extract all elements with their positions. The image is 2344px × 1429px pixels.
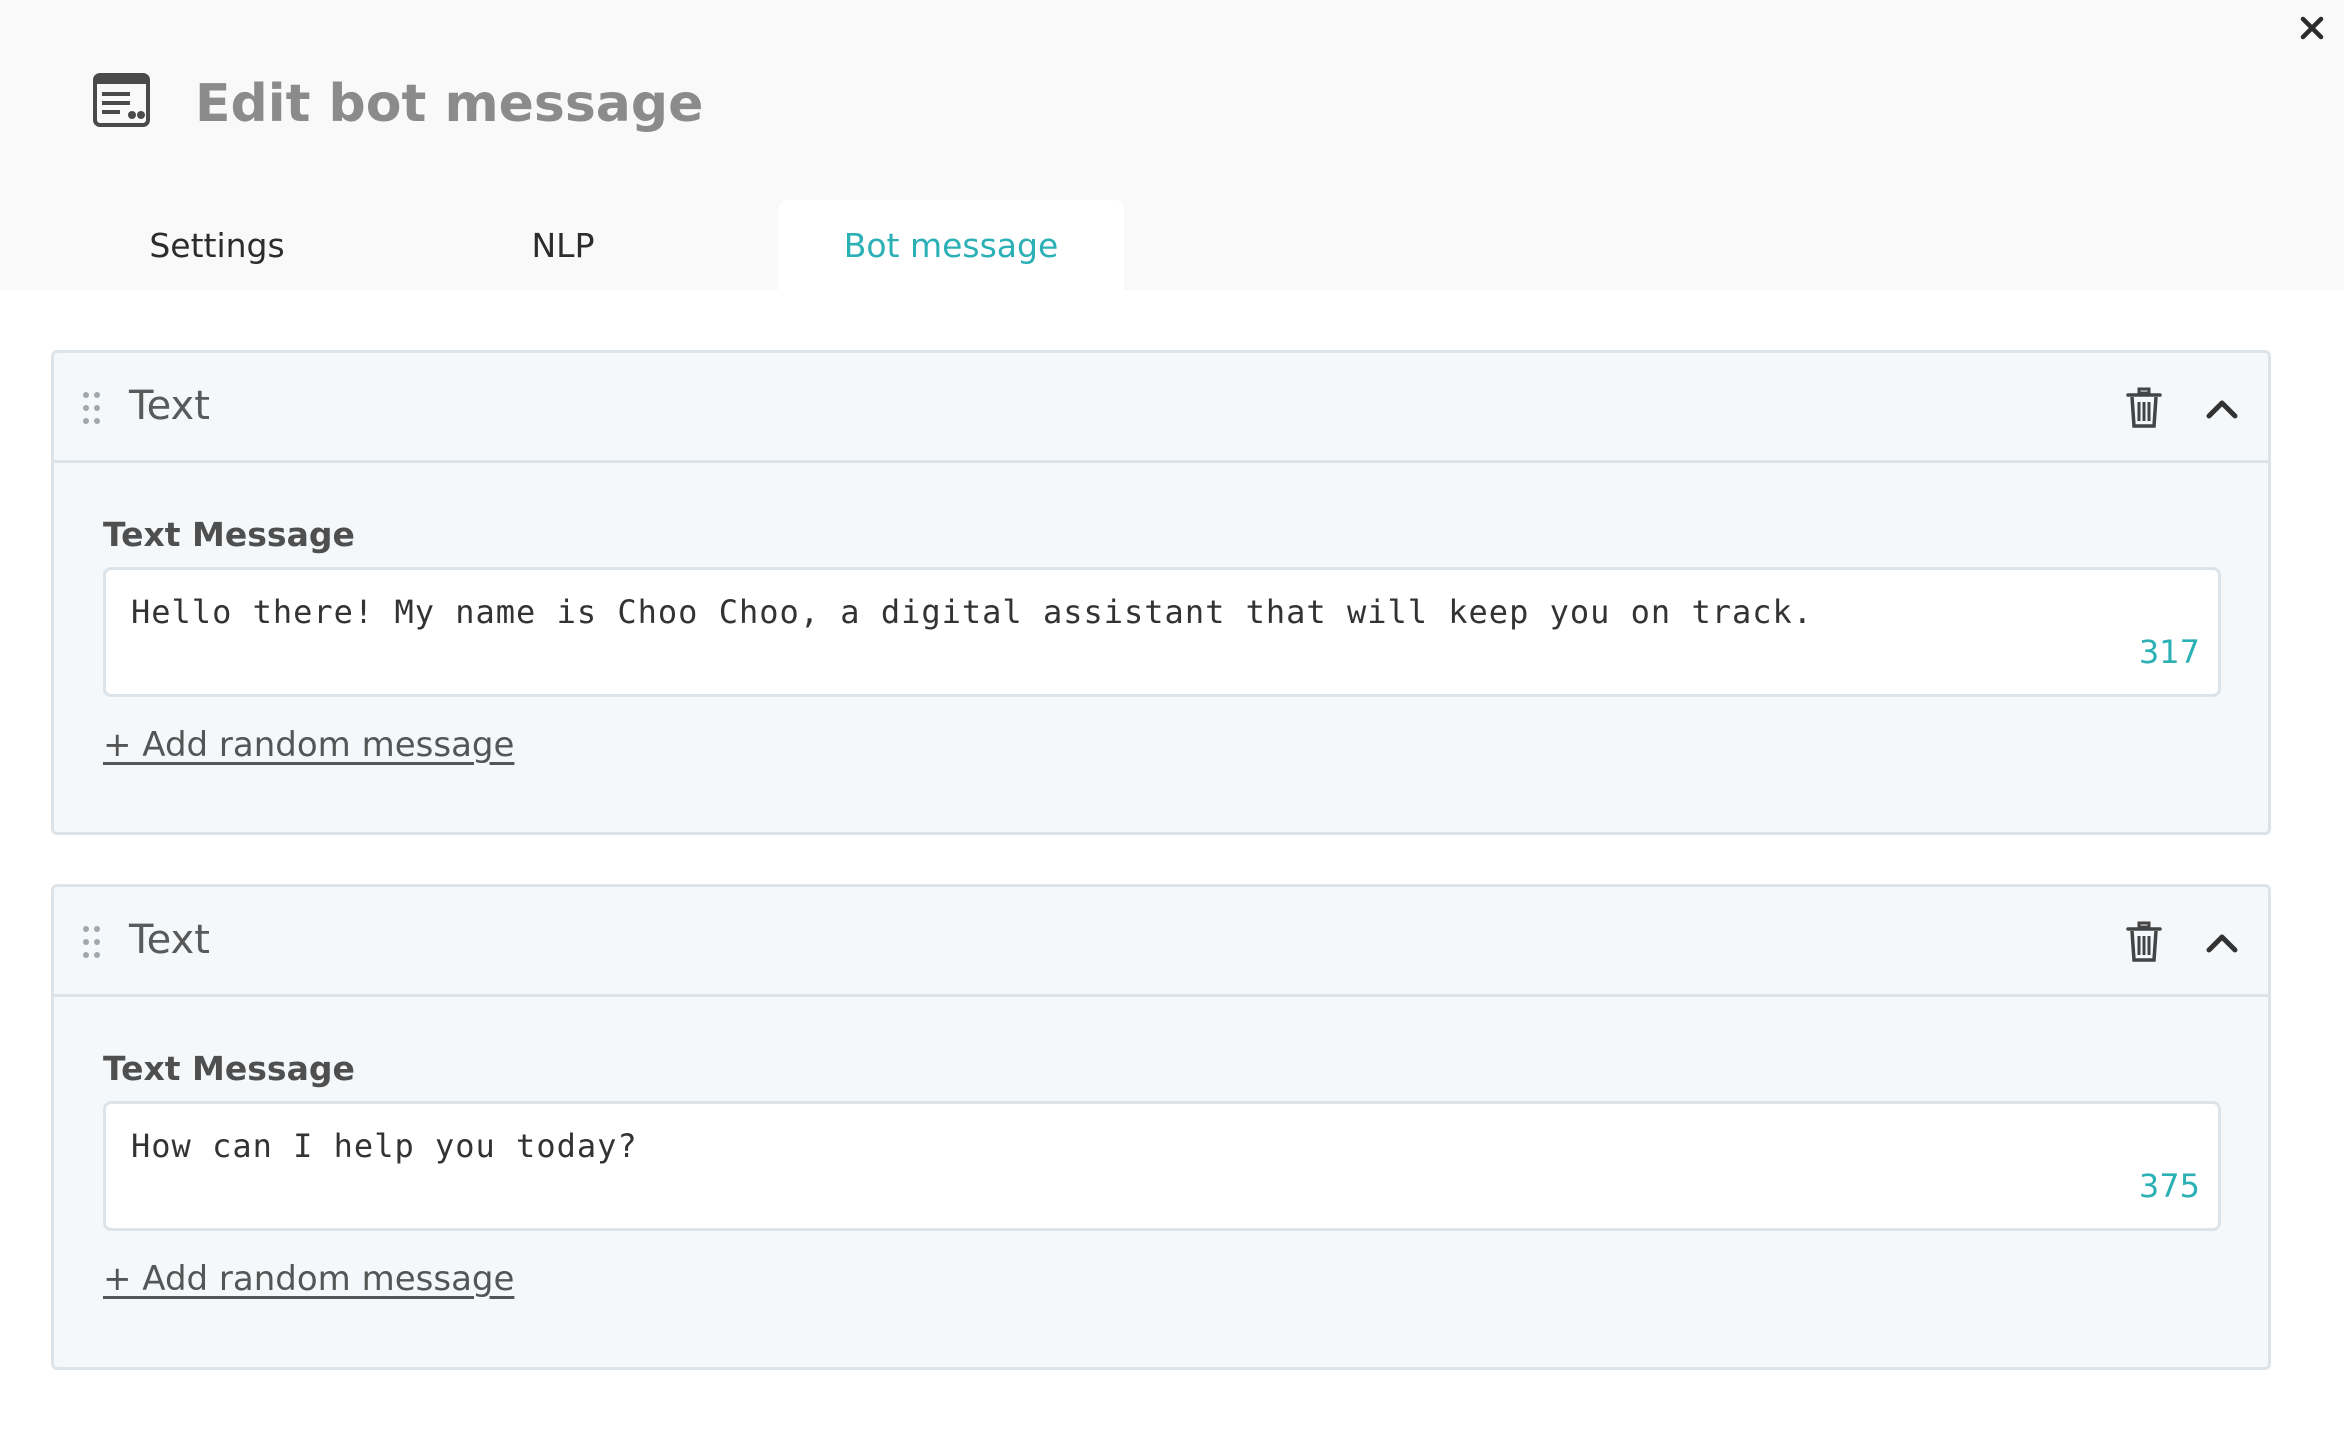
card-header: Text: [54, 887, 2268, 997]
delete-button[interactable]: [2119, 917, 2169, 967]
dialog-header: Edit bot message Settings NLP Bot messag…: [0, 0, 2344, 290]
card-title: Text: [129, 917, 210, 963]
chevron-up-icon: [2206, 934, 2238, 953]
text-message-value: How can I help you today?: [131, 1127, 638, 1165]
tab-bot-message[interactable]: Bot message: [778, 200, 1124, 290]
text-message-label: Text Message: [103, 515, 355, 554]
chevron-up-icon: [2206, 400, 2238, 419]
close-icon: [2300, 16, 2324, 40]
add-random-message-link[interactable]: + Add random message: [103, 723, 514, 767]
card-title: Text: [129, 383, 210, 429]
text-message-value: Hello there! My name is Choo Choo, a dig…: [131, 593, 1814, 631]
collapse-button[interactable]: [2197, 917, 2247, 967]
tab-nlp[interactable]: NLP: [460, 200, 666, 290]
char-count: 317: [2138, 633, 2200, 671]
text-message-card: Text Text Message How can I help you tod…: [51, 884, 2271, 1370]
tab-settings[interactable]: Settings: [92, 200, 342, 290]
text-message-card: Text Text Message Hello there! My name i…: [51, 350, 2271, 835]
add-random-message-link[interactable]: + Add random message: [103, 1257, 514, 1301]
message-template-icon: [93, 73, 150, 127]
close-button[interactable]: [2294, 10, 2330, 46]
collapse-button[interactable]: [2197, 383, 2247, 433]
text-message-input[interactable]: Hello there! My name is Choo Choo, a dig…: [103, 567, 2221, 697]
card-header: Text: [54, 353, 2268, 463]
text-message-label: Text Message: [103, 1049, 355, 1088]
drag-handle-icon[interactable]: [82, 391, 102, 425]
drag-handle-icon[interactable]: [82, 925, 102, 959]
text-message-input[interactable]: How can I help you today? 375: [103, 1101, 2221, 1231]
char-count: 375: [2138, 1167, 2200, 1205]
trash-icon: [2126, 921, 2162, 962]
delete-button[interactable]: [2119, 383, 2169, 433]
dialog-title: Edit bot message: [195, 74, 704, 134]
trash-icon: [2126, 387, 2162, 428]
